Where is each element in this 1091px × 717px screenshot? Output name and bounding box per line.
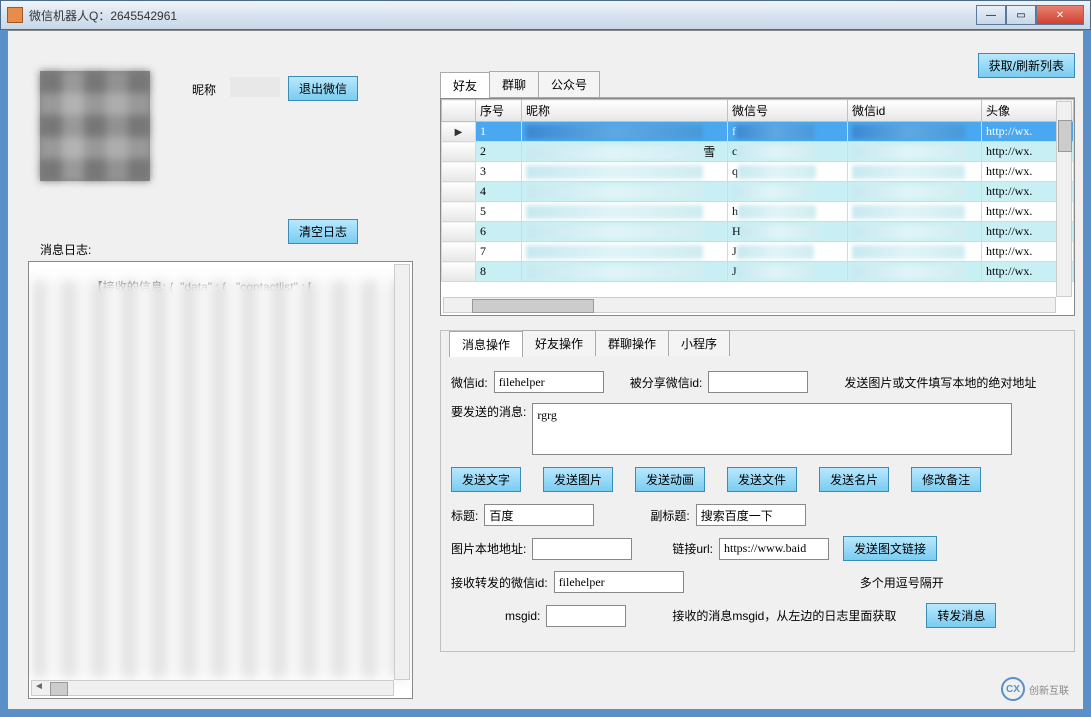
msgid-label: msgid: (505, 609, 540, 623)
imgpath-input[interactable] (532, 538, 632, 560)
send-link-button[interactable]: 发送图文链接 (843, 536, 937, 561)
nickname-label: 昵称 (192, 81, 216, 98)
log-scrollbar-vertical[interactable] (394, 264, 410, 680)
tab-groups[interactable]: 群聊 (489, 71, 539, 97)
tab-group-ops[interactable]: 群聊操作 (595, 330, 669, 356)
table-row[interactable]: 4http://wx. (442, 182, 1074, 202)
msgid-input[interactable] (546, 605, 626, 627)
title-label: 标题: (451, 507, 478, 524)
log-textarea[interactable]: 【接收的信息: { "data" : { "contactlist" : [ (28, 261, 413, 699)
left-panel: 昵称 退出微信 清空日志 消息日志: 【接收的信息: { "data" : { … (20, 71, 425, 699)
right-panel: 好友 群聊 公众号 序号 昵称 微信号 微信id 头像 1fhttp://wx.… (440, 71, 1075, 699)
grid-scrollbar-vertical[interactable] (1056, 101, 1072, 297)
log-label: 消息日志: (40, 241, 91, 258)
forward-button[interactable]: 转发消息 (926, 603, 996, 628)
logout-button[interactable]: 退出微信 (288, 76, 358, 101)
watermark-logo-icon: CX (1001, 677, 1025, 701)
forward-id-input[interactable] (554, 571, 684, 593)
tab-friend-ops[interactable]: 好友操作 (522, 330, 596, 356)
send-anim-button[interactable]: 发送动画 (635, 467, 705, 492)
watermark: CX 创新互联 (1001, 677, 1069, 701)
url-label: 链接url: (672, 540, 713, 557)
wxid-input[interactable] (494, 371, 604, 393)
table-row[interactable]: 8Jhttp://wx. (442, 262, 1074, 282)
send-file-button[interactable]: 发送文件 (727, 467, 797, 492)
avatar (40, 71, 150, 181)
forward-id-label: 接收转发的微信id: (451, 574, 548, 591)
close-button[interactable]: ✕ (1036, 5, 1084, 25)
multi-hint: 多个用逗号隔开 (860, 574, 944, 591)
nickname-value (230, 77, 280, 97)
table-row[interactable]: 7Jhttp://wx. (442, 242, 1074, 262)
col-nick[interactable]: 昵称 (522, 100, 728, 122)
window-title: 微信机器人Q：2645542961 (29, 7, 177, 24)
maximize-button[interactable]: ▭ (1006, 5, 1036, 25)
send-card-button[interactable]: 发送名片 (819, 467, 889, 492)
titlebar: 微信机器人Q：2645542961 — ▭ ✕ (0, 0, 1091, 30)
grid-scrollbar-horizontal[interactable] (443, 297, 1056, 313)
message-label: 要发送的消息: (451, 403, 526, 420)
shared-id-input[interactable] (708, 371, 808, 393)
table-row[interactable]: 2雪chttp://wx. (442, 142, 1074, 162)
send-image-button[interactable]: 发送图片 (543, 467, 613, 492)
msgid-hint: 接收的消息msgid，从左边的日志里面获取 (672, 607, 896, 624)
subtitle-input[interactable] (696, 504, 806, 526)
edit-remark-button[interactable]: 修改备注 (911, 467, 981, 492)
app-icon (7, 7, 23, 23)
table-row[interactable]: 1fhttp://wx. (442, 122, 1074, 142)
hint-image-path: 发送图片或文件填写本地的绝对地址 (844, 374, 1036, 391)
table-row[interactable]: 5hhttp://wx. (442, 202, 1074, 222)
send-text-button[interactable]: 发送文字 (451, 467, 521, 492)
log-scrollbar-horizontal[interactable] (31, 680, 394, 696)
col-id[interactable]: 微信id (848, 100, 982, 122)
client-area: 获取/刷新列表 昵称 退出微信 清空日志 消息日志: 【接收的信息: { "da… (7, 30, 1084, 710)
tab-msg-ops[interactable]: 消息操作 (449, 331, 523, 357)
wxid-label: 微信id: (451, 374, 488, 391)
table-row[interactable]: 6Hhttp://wx. (442, 222, 1074, 242)
grid-corner (442, 100, 476, 122)
top-tabs: 好友 群聊 公众号 (440, 71, 1075, 98)
tab-official[interactable]: 公众号 (538, 71, 600, 97)
data-grid[interactable]: 序号 昵称 微信号 微信id 头像 1fhttp://wx.2雪chttp://… (440, 98, 1075, 316)
message-textarea[interactable] (532, 403, 1012, 455)
col-seq[interactable]: 序号 (476, 100, 522, 122)
table-row[interactable]: 3qhttp://wx. (442, 162, 1074, 182)
tab-friends[interactable]: 好友 (440, 72, 490, 98)
subtitle-label: 副标题: (650, 507, 689, 524)
lower-panel: 消息操作 好友操作 群聊操作 小程序 微信id: 被分享微信id: 发送图片或文… (440, 330, 1075, 652)
minimize-button[interactable]: — (976, 5, 1006, 25)
watermark-text: 创新互联 (1029, 682, 1069, 697)
imgpath-label: 图片本地地址: (451, 540, 526, 557)
shared-id-label: 被分享微信id: (630, 374, 703, 391)
title-input[interactable] (484, 504, 594, 526)
url-input[interactable] (719, 538, 829, 560)
clear-log-button[interactable]: 清空日志 (288, 219, 358, 244)
col-wx[interactable]: 微信号 (728, 100, 848, 122)
tab-mini[interactable]: 小程序 (668, 330, 730, 356)
